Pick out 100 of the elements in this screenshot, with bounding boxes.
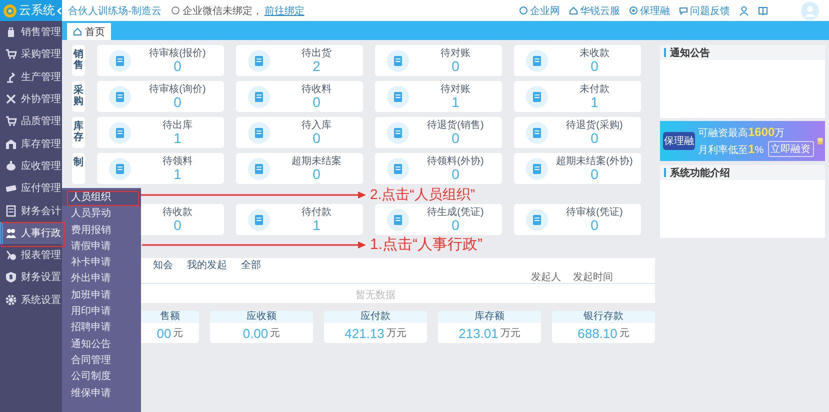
dashboard-card[interactable]: 待对账 1: [375, 81, 502, 112]
dashboard-card[interactable]: 待审核(报价) 0: [97, 45, 224, 76]
header-link[interactable]: 保理融: [629, 4, 670, 18]
card-value: 0: [590, 130, 598, 146]
document-icon: [109, 86, 131, 108]
card-title: 待对账: [440, 84, 470, 94]
card-title: 待入库: [302, 120, 332, 130]
card-value: 0: [452, 166, 460, 182]
dashboard-card[interactable]: 超期未结案 0: [236, 153, 363, 184]
highlight-box: [67, 191, 139, 206]
summary-value: 213.01: [458, 326, 498, 340]
sidebar-item[interactable]: 库存管理: [0, 132, 62, 155]
submenu-item[interactable]: 维保申请: [62, 386, 141, 402]
card-value: 0: [452, 130, 460, 146]
sidebar-item[interactable]: 应付管理: [0, 177, 62, 200]
dashboard-card[interactable]: 待领料(外协) 0: [375, 153, 502, 184]
piggy-bank-icon: [5, 160, 17, 172]
empty-text: 暂无数据: [356, 288, 396, 302]
document-icon: [387, 86, 409, 108]
dashboard-card[interactable]: 待领料 1: [97, 153, 224, 184]
sidebar-item[interactable]: 应收管理: [0, 154, 62, 178]
sidebar-item[interactable]: 报表管理: [0, 244, 62, 266]
card-value: 0: [452, 218, 460, 232]
header-link[interactable]: 企业网: [519, 4, 560, 18]
sidebar-item[interactable]: 采购管理: [0, 43, 62, 66]
sidebar-item[interactable]: 销售管理: [0, 21, 62, 44]
submenu-item[interactable]: 合同管理: [62, 352, 141, 370]
user-icon: [739, 6, 749, 16]
dashboard-card[interactable]: 待出货 2: [236, 45, 363, 76]
submenu-item[interactable]: 招聘申请: [62, 320, 141, 337]
summary-unit: 万元: [500, 327, 520, 340]
dashboard-card[interactable]: 待审核(询价) 0: [97, 81, 224, 112]
card-title: 待付款: [302, 206, 332, 218]
dashboard-card[interactable]: 待入库 0: [236, 117, 363, 148]
group-label: 库存: [72, 117, 85, 148]
card-title: 待收料: [302, 84, 332, 94]
page-tab[interactable]: 首页: [67, 23, 111, 40]
card-value: 0: [590, 58, 598, 74]
dashboard-card[interactable]: 待生成(凭证) 0: [375, 204, 502, 235]
document-icon: [387, 208, 409, 230]
sidebar-item[interactable]: 品质管理: [0, 110, 62, 132]
sidebar-item[interactable]: 财务会计: [0, 199, 62, 222]
dashboard-card[interactable]: 待收料 0: [236, 81, 363, 112]
card-title: 待收款: [162, 206, 192, 218]
sidebar-item[interactable]: 生产管理: [0, 66, 62, 88]
robot-arm-icon: [5, 70, 17, 83]
dashboard-card[interactable]: 未收款 0: [514, 45, 641, 76]
dashboard-card[interactable]: 待退货(销售) 0: [375, 117, 502, 148]
task-tab[interactable]: 知会: [153, 258, 173, 272]
dashboard-card[interactable]: 待退货(采购) 0: [514, 117, 641, 148]
submenu-item[interactable]: 请假申请: [62, 238, 141, 256]
task-tab[interactable]: 我的发起: [187, 258, 227, 272]
guide-text: 2.点击“人员组织”: [370, 186, 475, 202]
summary-unit: 万元: [386, 327, 406, 340]
card-title: 待生成(凭证): [427, 206, 484, 218]
card-value: 0: [590, 218, 598, 232]
sidebar-item[interactable]: 外协管理: [0, 88, 62, 110]
card-value: 1: [590, 94, 598, 110]
document-icon: [109, 122, 131, 144]
submenu-item[interactable]: 补卡申请: [62, 255, 141, 272]
cash-icon: [5, 182, 17, 194]
dashboard-card[interactable]: 待对账 0: [375, 45, 502, 76]
card-title: 待审核(询价): [149, 84, 206, 94]
task-tab[interactable]: 全部: [241, 258, 261, 272]
submenu-item[interactable]: 公司制度: [62, 369, 141, 386]
banner-text: 可融资最高1600万: [698, 125, 786, 140]
submenu-item[interactable]: 用印申请: [62, 304, 141, 320]
sidebar-item[interactable]: 人事行政: [0, 222, 62, 244]
dashboard-card[interactable]: 待出库 1: [97, 117, 224, 148]
card-title: 待审核(报价): [149, 48, 206, 58]
highlight-box: [1, 222, 65, 247]
header-link[interactable]: 华锐云服: [569, 4, 620, 18]
card-value: 0: [452, 58, 460, 74]
document-icon: [526, 50, 548, 72]
guide-text: 1.点击“人事行政”: [370, 236, 482, 253]
dashboard-card[interactable]: 未付款 1: [514, 81, 641, 112]
warehouse-icon: [5, 138, 17, 150]
document-icon: [526, 208, 548, 230]
card-title: 待出货: [302, 48, 332, 58]
bind-link[interactable]: 前往绑定: [264, 4, 304, 18]
summary-value: 00: [156, 326, 172, 340]
card-title: 待领料(外协): [427, 156, 484, 166]
header-link[interactable]: 问题反馈: [679, 4, 730, 18]
cart-icon: [5, 48, 17, 60]
book-icon: [758, 6, 768, 16]
card-title: 未收款: [580, 48, 610, 58]
dashboard-card[interactable]: 待付款 1: [236, 204, 363, 235]
submenu-item[interactable]: 通知公告: [62, 336, 141, 353]
sidebar-item[interactable]: 系统设置: [0, 288, 62, 311]
avatar[interactable]: [801, 2, 819, 20]
card-value: 0: [312, 166, 320, 182]
submenu-item[interactable]: 外出申请: [62, 271, 141, 288]
card-value: 1: [174, 166, 182, 182]
dashboard-card[interactable]: 待审核(凭证) 0: [514, 204, 641, 235]
dashboard-card[interactable]: 超期未结案(外协) 0: [514, 153, 641, 184]
submenu-item[interactable]: 加班申请: [62, 288, 141, 304]
ad-banner[interactable]: 保理融 可融资最高1600万 月利率低至1% 立即融资: [660, 121, 825, 161]
card-title: 待退货(销售): [427, 120, 484, 130]
sidebar-item[interactable]: 财务设置: [0, 266, 62, 289]
company-title: 合伙人训练场-制造云: [68, 4, 162, 18]
